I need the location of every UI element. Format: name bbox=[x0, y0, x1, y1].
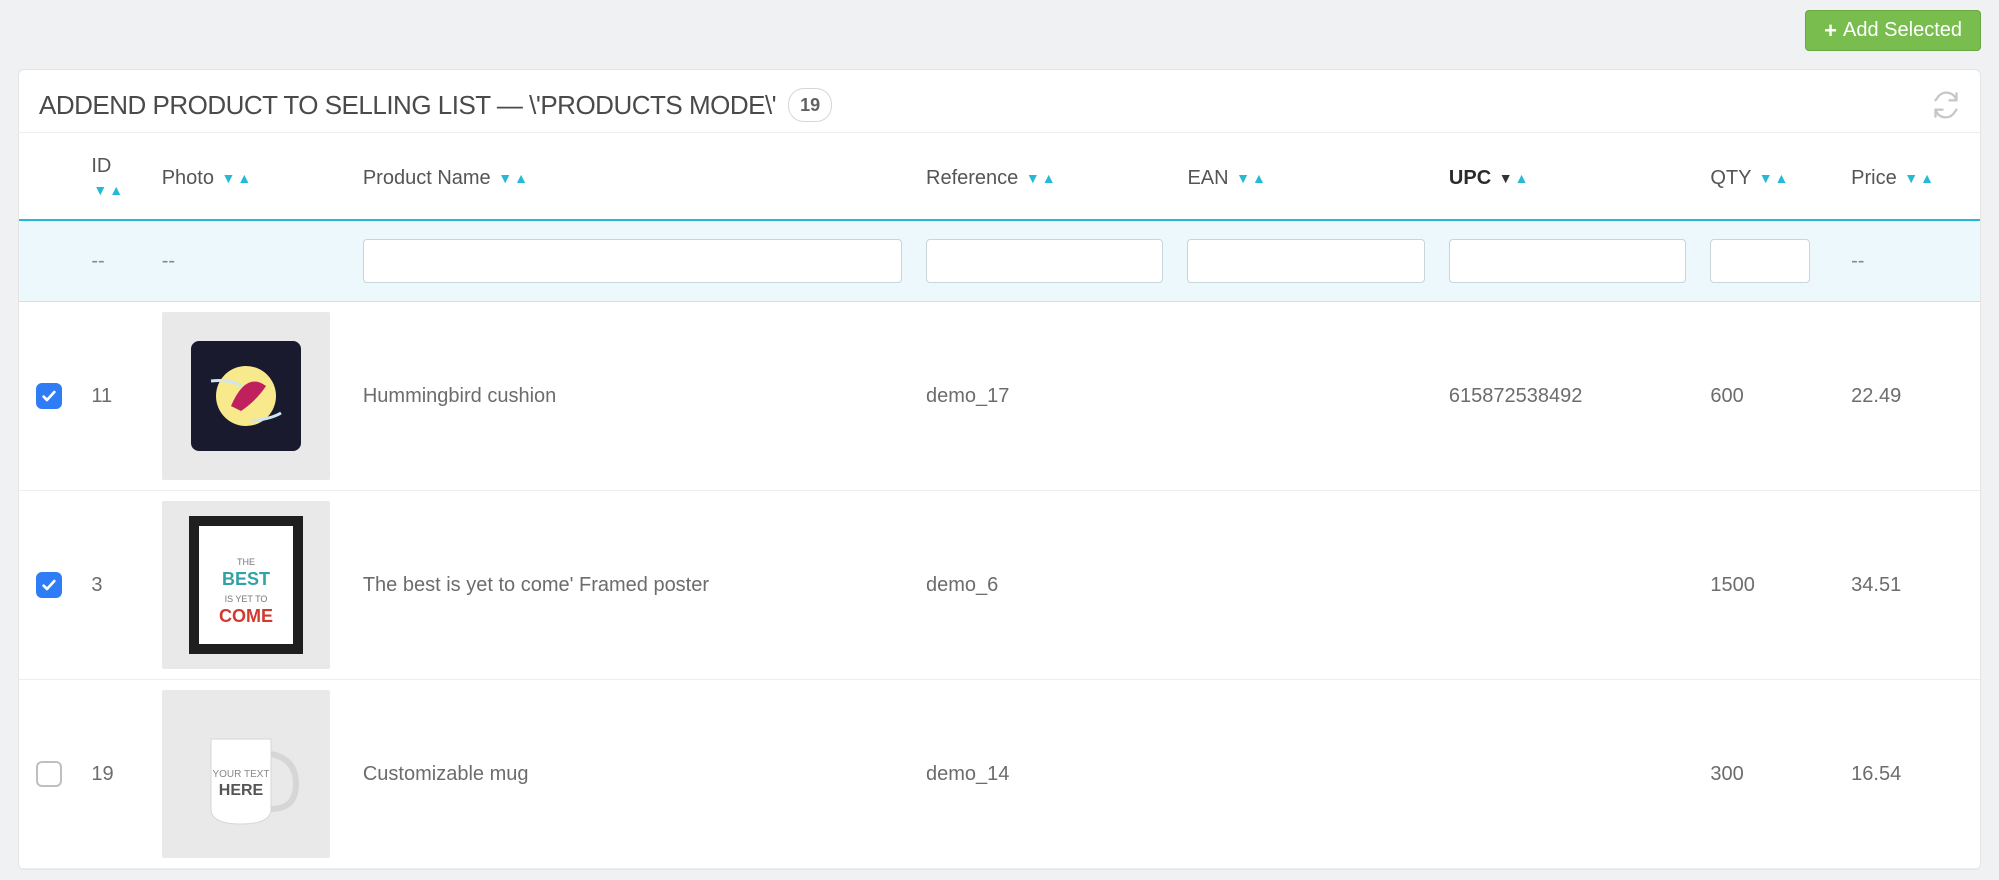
cell-id: 3 bbox=[79, 491, 149, 680]
svg-text:BEST: BEST bbox=[222, 569, 270, 589]
add-selected-button[interactable]: + Add Selected bbox=[1805, 10, 1981, 51]
count-badge: 19 bbox=[788, 88, 832, 122]
cell-product-name: Hummingbird cushion bbox=[351, 302, 914, 491]
cell-upc bbox=[1437, 491, 1698, 680]
svg-text:YOUR TEXT: YOUR TEXT bbox=[212, 769, 269, 780]
sort-down-icon: ▼ bbox=[93, 182, 107, 198]
cell-upc: 615872538492 bbox=[1437, 302, 1698, 491]
refresh-icon[interactable] bbox=[1932, 91, 1960, 119]
sort-up-icon: ▲ bbox=[1515, 170, 1529, 186]
col-id[interactable]: ID ▼▲ bbox=[79, 133, 149, 220]
panel-title: ADDEND PRODUCT TO SELLING LIST — \'PRODU… bbox=[39, 90, 776, 121]
col-product-name[interactable]: Product Name ▼▲ bbox=[351, 133, 914, 220]
sort-up-icon: ▲ bbox=[237, 170, 251, 186]
filter-ean[interactable] bbox=[1187, 239, 1424, 283]
cell-reference: demo_14 bbox=[914, 680, 1175, 869]
sort-down-icon: ▼ bbox=[1759, 170, 1773, 186]
col-price[interactable]: Price ▼▲ bbox=[1839, 133, 1980, 220]
sort-down-icon: ▼ bbox=[498, 170, 512, 186]
cell-ean bbox=[1175, 302, 1436, 491]
cell-qty: 600 bbox=[1698, 302, 1839, 491]
cell-ean bbox=[1175, 491, 1436, 680]
row-checkbox[interactable] bbox=[36, 761, 62, 787]
sort-down-icon: ▼ bbox=[1904, 170, 1918, 186]
filter-upc[interactable] bbox=[1449, 239, 1686, 283]
svg-text:HERE: HERE bbox=[218, 782, 263, 799]
col-reference[interactable]: Reference ▼▲ bbox=[914, 133, 1175, 220]
sort-down-icon: ▼ bbox=[222, 170, 236, 186]
cell-id: 19 bbox=[79, 680, 149, 869]
svg-text:THE: THE bbox=[237, 557, 255, 567]
cell-product-name: Customizable mug bbox=[351, 680, 914, 869]
svg-text:COME: COME bbox=[219, 606, 273, 626]
col-qty[interactable]: QTY ▼▲ bbox=[1698, 133, 1839, 220]
row-checkbox[interactable] bbox=[36, 383, 62, 409]
cell-reference: demo_17 bbox=[914, 302, 1175, 491]
col-photo[interactable]: Photo ▼▲ bbox=[150, 133, 351, 220]
sort-down-icon: ▼ bbox=[1026, 170, 1040, 186]
sort-up-icon: ▲ bbox=[1920, 170, 1934, 186]
cell-price: 34.51 bbox=[1839, 491, 1980, 680]
product-thumbnail: THE BEST IS YET TO COME bbox=[162, 501, 330, 669]
sort-down-icon: ▼ bbox=[1236, 170, 1250, 186]
filter-qty[interactable] bbox=[1710, 239, 1810, 283]
cell-price: 16.54 bbox=[1839, 680, 1980, 869]
cell-product-name: The best is yet to come' Framed poster bbox=[351, 491, 914, 680]
cell-upc bbox=[1437, 680, 1698, 869]
filter-product-name[interactable] bbox=[363, 239, 902, 283]
cell-reference: demo_6 bbox=[914, 491, 1175, 680]
sort-down-icon: ▼ bbox=[1499, 170, 1513, 186]
table-row: 3 THE BEST IS YET TO COME The best is yet to … bbox=[19, 491, 1980, 680]
cell-qty: 1500 bbox=[1698, 491, 1839, 680]
sort-up-icon: ▲ bbox=[514, 170, 528, 186]
plus-icon: + bbox=[1824, 20, 1837, 42]
cell-qty: 300 bbox=[1698, 680, 1839, 869]
col-upc[interactable]: UPC ▼▲ bbox=[1437, 133, 1698, 220]
product-thumbnail bbox=[162, 312, 330, 480]
add-selected-label: Add Selected bbox=[1843, 19, 1962, 42]
sort-up-icon: ▲ bbox=[1042, 170, 1056, 186]
filter-price-dash: -- bbox=[1839, 220, 1980, 302]
cell-price: 22.49 bbox=[1839, 302, 1980, 491]
table-row: 11 Hummingbird cushiondemo_17 615872538492… bbox=[19, 302, 1980, 491]
product-thumbnail: YOUR TEXT HERE bbox=[162, 690, 330, 858]
col-ean[interactable]: EAN ▼▲ bbox=[1175, 133, 1436, 220]
cell-id: 11 bbox=[79, 302, 149, 491]
sort-up-icon: ▲ bbox=[1252, 170, 1266, 186]
filter-photo-dash: -- bbox=[150, 220, 351, 302]
cell-ean bbox=[1175, 680, 1436, 869]
filter-reference[interactable] bbox=[926, 239, 1163, 283]
filter-id-dash: -- bbox=[79, 220, 149, 302]
product-panel: ADDEND PRODUCT TO SELLING LIST — \'PRODU… bbox=[18, 69, 1981, 870]
sort-up-icon: ▲ bbox=[109, 182, 123, 198]
table-row: 19 YOUR TEXT HERE Customizable mugdemo_14 30… bbox=[19, 680, 1980, 869]
row-checkbox[interactable] bbox=[36, 572, 62, 598]
svg-text:IS YET TO: IS YET TO bbox=[224, 594, 267, 604]
sort-up-icon: ▲ bbox=[1775, 170, 1789, 186]
